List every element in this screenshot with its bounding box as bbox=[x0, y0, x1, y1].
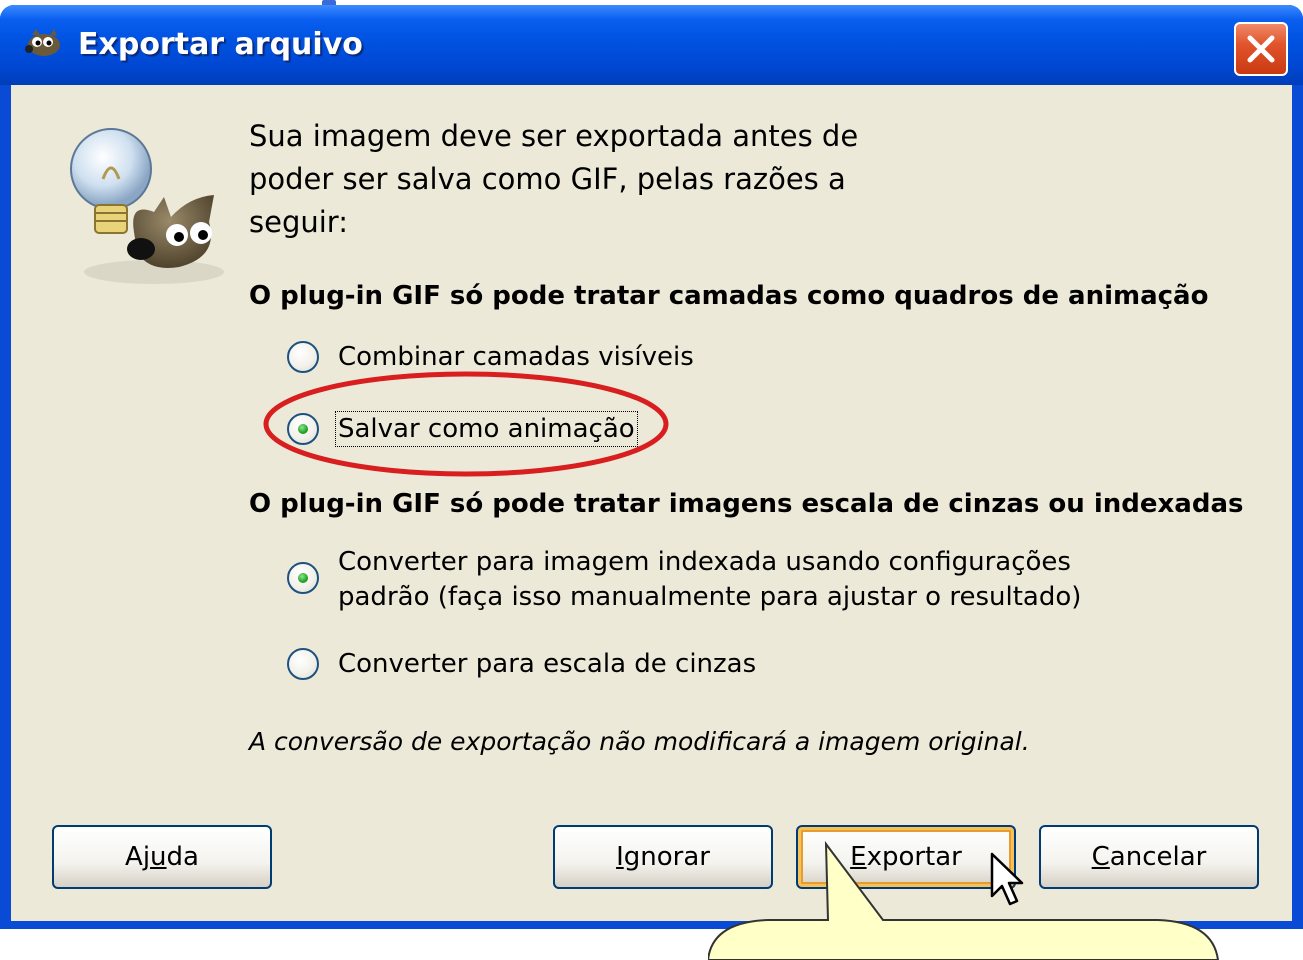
radio-button[interactable] bbox=[287, 648, 319, 680]
button-text: da bbox=[166, 842, 199, 872]
button-mnemonic: I bbox=[616, 842, 624, 872]
gimp-wilber-lightbulb-icon bbox=[70, 128, 224, 284]
conversion-note: A conversão de exportação não modificará… bbox=[249, 727, 1030, 756]
intro-line: poder ser salva como GIF, pelas razões a bbox=[249, 162, 846, 196]
radio-label-line: Converter para imagem indexada usando co… bbox=[338, 547, 1071, 577]
close-button[interactable] bbox=[1234, 22, 1288, 76]
intro-line: Sua imagem deve ser exportada antes de bbox=[249, 119, 859, 153]
radio-dot bbox=[298, 573, 308, 583]
annotation-red-ellipse bbox=[263, 371, 669, 477]
radio-label: Converter para escala de cinzas bbox=[338, 649, 757, 679]
dialog-content: Sua imagem deve ser exportada antes de p… bbox=[11, 85, 1292, 921]
radio-button-selected[interactable] bbox=[287, 562, 319, 594]
close-icon bbox=[1247, 35, 1275, 63]
layers-section-title: O plug-in GIF só pode tratar camadas com… bbox=[249, 281, 1209, 311]
gimp-wilber-icon bbox=[25, 29, 60, 56]
mouse-pointer-icon bbox=[990, 852, 1024, 906]
button-text: Aj bbox=[125, 842, 151, 872]
color-section-title: O plug-in GIF só pode tratar imagens esc… bbox=[249, 489, 1244, 519]
title-bar[interactable]: Exportar arquivo bbox=[0, 5, 1303, 85]
intro-line: seguir: bbox=[249, 205, 348, 239]
button-mnemonic: u bbox=[150, 842, 167, 872]
intro-text: Sua imagem deve ser exportada antes de p… bbox=[249, 115, 949, 244]
help-button[interactable]: Ajuda bbox=[52, 825, 272, 889]
annotation-callout-tooltip bbox=[708, 840, 1220, 960]
radio-label-line: padrão (faça isso manualmente para ajust… bbox=[338, 582, 1082, 612]
dialog-title: Exportar arquivo bbox=[78, 27, 363, 62]
button-text: gnorar bbox=[623, 842, 710, 872]
